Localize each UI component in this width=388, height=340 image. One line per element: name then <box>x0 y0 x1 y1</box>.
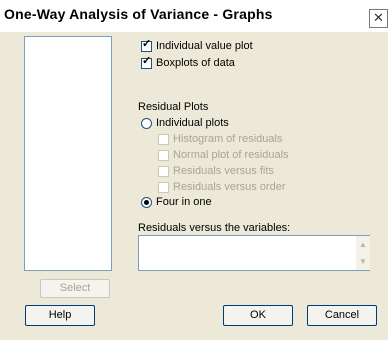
cancel-button[interactable]: Cancel <box>307 305 377 326</box>
help-button[interactable]: Help <box>25 305 95 326</box>
residual-plots-heading: Residual Plots <box>138 101 209 113</box>
checkmark-icon: ✓ <box>142 37 152 50</box>
individual-plots-option[interactable]: Individual plots <box>141 117 229 129</box>
individual-value-plot-checkbox[interactable]: ✓ <box>141 37 152 52</box>
individual-value-plot-label: Individual value plot <box>156 40 253 52</box>
residuals-versus-fits-label: Residuals versus fits <box>173 165 274 177</box>
residuals-versus-order-checkbox[interactable] <box>158 181 169 193</box>
residuals-vs-variables-scrollbar[interactable]: ▲ ▼ <box>356 236 370 270</box>
normal-plot-of-residuals-option[interactable]: Normal plot of residuals <box>158 149 289 161</box>
normal-plot-of-residuals-label: Normal plot of residuals <box>173 149 289 161</box>
residuals-versus-fits-checkbox[interactable] <box>158 165 169 177</box>
residuals-vs-variables-label: Residuals versus the variables: <box>138 222 291 234</box>
four-in-one-option[interactable]: Four in one <box>141 196 212 208</box>
residuals-versus-order-label: Residuals versus order <box>173 181 286 193</box>
individual-plots-radio[interactable] <box>141 117 152 129</box>
normal-plot-of-residuals-checkbox[interactable] <box>158 149 169 161</box>
residuals-versus-fits-option[interactable]: Residuals versus fits <box>158 165 274 177</box>
boxplots-of-data-label: Boxplots of data <box>156 57 235 69</box>
scroll-up-icon[interactable]: ▲ <box>356 238 370 252</box>
individual-value-plot-option[interactable]: ✓ Individual value plot <box>141 37 253 52</box>
radio-selected-icon <box>144 199 149 205</box>
four-in-one-label: Four in one <box>156 196 212 208</box>
close-icon[interactable]: ✕ <box>369 9 388 28</box>
boxplots-of-data-option[interactable]: ✓ Boxplots of data <box>141 54 235 69</box>
histogram-of-residuals-label: Histogram of residuals <box>173 133 283 145</box>
dialog-title: One-Way Analysis of Variance - Graphs <box>4 6 273 22</box>
individual-plots-label: Individual plots <box>156 117 229 129</box>
checkmark-icon: ✓ <box>142 54 152 67</box>
boxplots-of-data-checkbox[interactable]: ✓ <box>141 54 152 69</box>
residuals-vs-variables-input[interactable] <box>138 235 370 271</box>
dialog-window: One-Way Analysis of Variance - Graphs ✕ … <box>0 0 388 340</box>
title-bar: One-Way Analysis of Variance - Graphs ✕ <box>0 0 388 32</box>
variables-listbox[interactable] <box>24 36 112 271</box>
four-in-one-radio[interactable] <box>141 196 152 208</box>
ok-button[interactable]: OK <box>223 305 293 326</box>
select-button[interactable]: Select <box>40 279 110 298</box>
histogram-of-residuals-option[interactable]: Histogram of residuals <box>158 133 282 145</box>
histogram-of-residuals-checkbox[interactable] <box>158 133 169 145</box>
scroll-down-icon[interactable]: ▼ <box>356 255 370 269</box>
residuals-versus-order-option[interactable]: Residuals versus order <box>158 181 286 193</box>
